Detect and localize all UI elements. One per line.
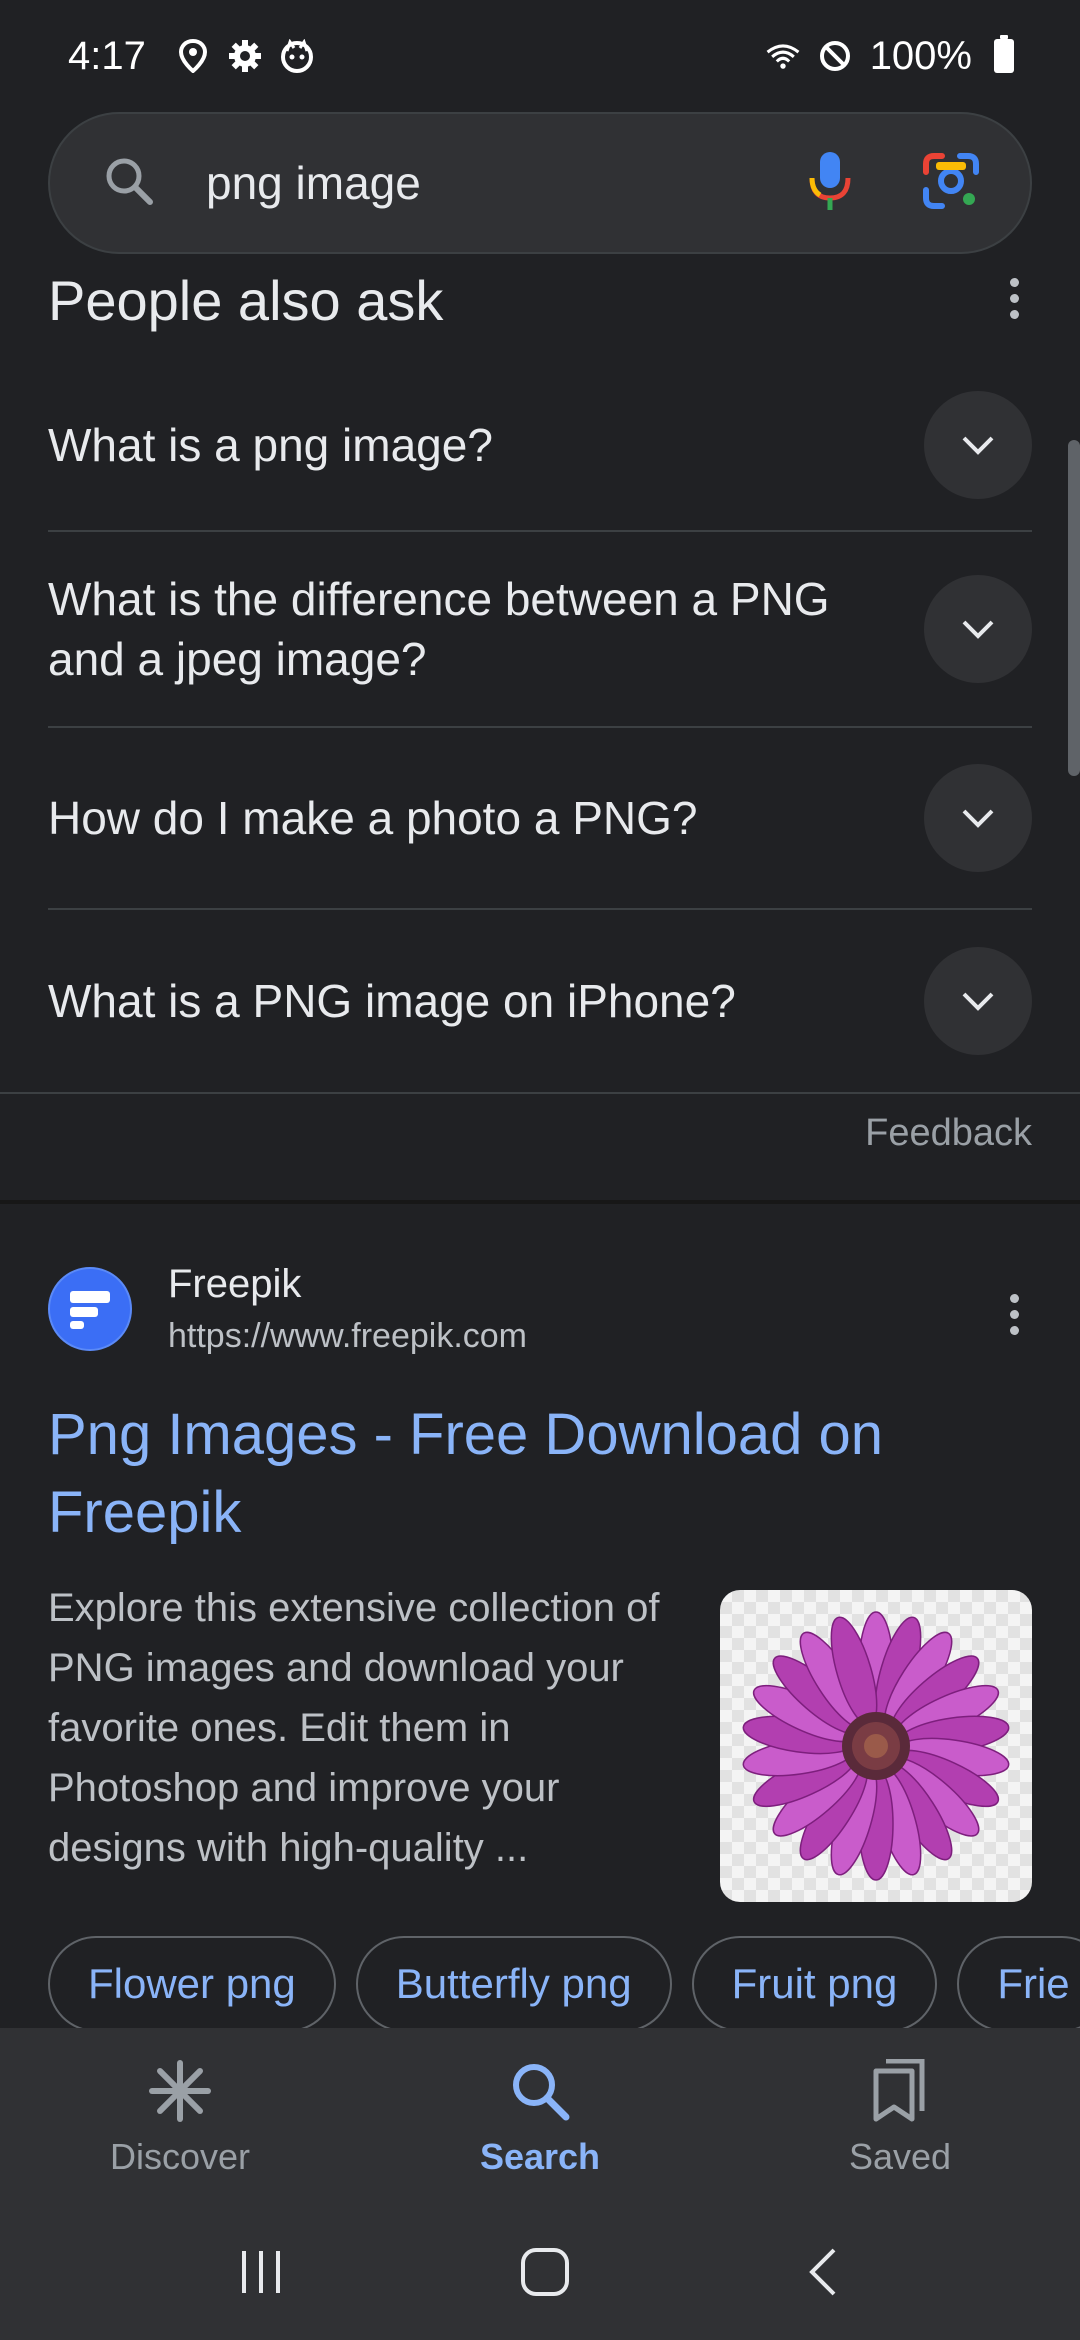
question-item[interactable]: What is the difference between a PNG and… [48,532,1032,728]
battery-percent: 100% [869,33,972,78]
wifi-icon [766,39,800,73]
result-title-link[interactable]: Png Images - Free Download on Freepik [48,1396,1008,1552]
result-snippet: Explore this extensive collection of PNG… [48,1586,660,1870]
chevron-down-icon[interactable] [924,764,1032,872]
search-bar[interactable]: png image [48,112,1032,254]
result-site-info[interactable]: Freepik https://www.freepik.com [48,1262,527,1356]
question-item[interactable]: What is a png image? [48,360,1032,532]
search-icon [508,2059,572,2128]
question-item[interactable]: How do I make a photo a PNG? [48,728,1032,910]
more-options-icon[interactable] [994,268,1034,328]
section-divider [0,1200,1080,1204]
purple-flower-image [742,1611,1010,1881]
nav-label: Search [479,2135,601,2177]
bottom-navigation: Discover Search Saved [0,2028,1080,2208]
face-icon [280,39,314,73]
people-also-ask-list: What is a png image? What is the differe… [48,360,1032,1092]
back-icon[interactable] [804,2246,844,2303]
nav-saved[interactable]: Saved [750,2058,1050,2178]
bookmarks-icon [868,2058,932,2128]
result-options-icon[interactable] [994,1284,1034,1344]
location-icon [176,39,210,73]
system-navigation-bar [0,2208,1080,2340]
google-lens-icon[interactable] [922,152,980,215]
chip[interactable]: Butterfly png [355,1936,672,2032]
question-item[interactable]: What is a PNG image on iPhone? [48,910,1032,1092]
freepik-logo-icon [48,1267,132,1351]
status-time: 4:17 [68,33,146,78]
nav-label: Discover [109,2135,251,2177]
microphone-icon[interactable] [808,150,852,217]
question-text: What is a png image? [48,419,493,471]
result-thumbnail[interactable] [720,1590,1032,1902]
chip[interactable]: Flower png [48,1936,336,2032]
site-name: Freepik [168,1262,302,1306]
nav-label: Saved [848,2135,952,2177]
search-icon [102,154,156,213]
question-text: How do I make a photo a PNG? [48,792,698,844]
nav-discover[interactable]: Discover [30,2059,330,2178]
battery-icon [994,35,1014,73]
chip[interactable]: Fruit png [691,1936,938,2032]
asterisk-icon [148,2059,212,2128]
question-text: What is the difference between a PNG and… [48,573,830,685]
scrollbar[interactable] [1068,440,1080,776]
feedback-link[interactable]: Feedback [865,1112,1032,1155]
chevron-down-icon[interactable] [924,391,1032,499]
settings-gear-icon [228,39,262,73]
do-not-disturb-icon [818,39,852,73]
chevron-down-icon[interactable] [924,575,1032,683]
nav-search[interactable]: Search [390,2059,690,2178]
question-text: What is a PNG image on iPhone? [48,975,736,1027]
chevron-down-icon[interactable] [924,947,1032,1055]
search-query[interactable]: png image [206,156,808,210]
site-url: https://www.freepik.com [168,1317,528,1355]
people-also-ask-title: People also ask [48,269,444,332]
section-divider [0,1092,1080,1094]
recent-apps-icon[interactable] [236,2247,286,2302]
home-icon[interactable] [519,2246,571,2303]
related-chips: Flower png Butterfly png Fruit png Frie [48,1936,1080,2032]
chip[interactable]: Frie [957,1936,1080,2032]
status-bar: 4:17 100% [0,0,1080,112]
